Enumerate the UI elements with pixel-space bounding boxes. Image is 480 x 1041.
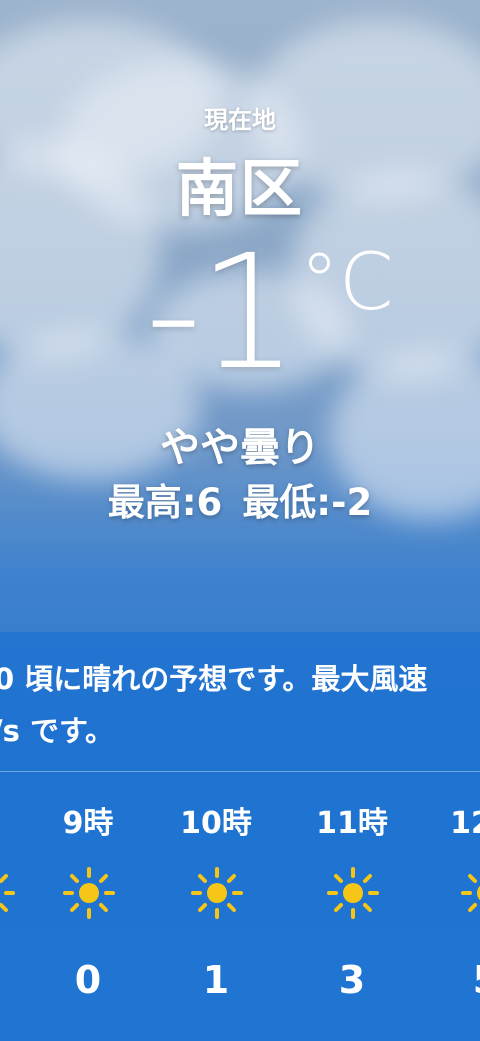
divider xyxy=(0,771,480,772)
summary-line-1: 0 頃に晴れの予想です。最大風速 xyxy=(0,662,428,696)
location-label: 現在地 xyxy=(204,106,276,134)
sun-icon xyxy=(191,867,243,919)
sun-icon xyxy=(0,874,15,912)
condition-text: やや曇り xyxy=(160,425,320,471)
summary-line-2: /s です。 xyxy=(0,714,115,748)
hour-temp: 0 xyxy=(74,958,102,1002)
hourly-forecast-list[interactable]: 9時 0 10時 1 11時 3 1 xyxy=(0,780,480,1041)
sun-icon xyxy=(461,874,480,912)
current-temperature: -1 °C xyxy=(0,228,480,398)
hour-temp: 5 xyxy=(436,958,480,1002)
high-low: 最高:6 最低:-2 xyxy=(0,472,480,526)
low-temp: 最低:-2 xyxy=(242,481,373,524)
temperature-unit: °C xyxy=(300,238,394,328)
hour-time: 10時 xyxy=(180,806,252,841)
forecast-summary: 0 頃に晴れの予想です。最大風速 /s です。 xyxy=(0,640,480,760)
current-weather-header: 現在地 南区 -1 °C やや曇り 最高:6 最低:-2 xyxy=(0,0,480,640)
temperature-value: -1 xyxy=(145,221,299,405)
hour-time: 9時 xyxy=(62,806,114,841)
hour-time: 11時 xyxy=(316,806,388,841)
sun-icon xyxy=(327,867,379,919)
hour-temp: 3 xyxy=(338,958,366,1002)
hour-time: 12時 xyxy=(450,806,480,841)
sun-icon xyxy=(63,867,115,919)
high-temp: 最高:6 xyxy=(107,481,223,524)
city-name: 南区 xyxy=(175,152,304,225)
hour-temp: 1 xyxy=(202,958,230,1002)
